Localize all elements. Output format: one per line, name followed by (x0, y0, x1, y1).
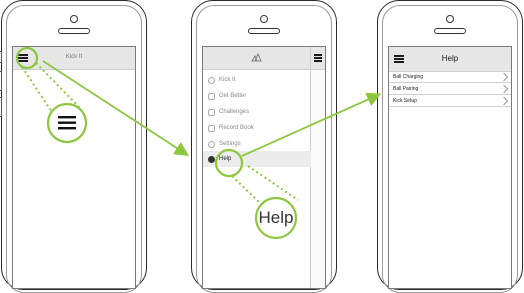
brand-logo-icon (251, 53, 262, 62)
chevron-right-icon (499, 96, 509, 106)
sidebar-item-settings[interactable]: Settings (208, 138, 241, 150)
camera-icon (70, 15, 78, 23)
phone-frame-1: Kick It (0, 0, 147, 293)
gear-icon (208, 140, 215, 148)
book-icon (208, 124, 215, 132)
list-item-kick-setup[interactable]: Kick Setup (389, 96, 511, 107)
speaker-icon (248, 28, 280, 34)
page-title: Help (441, 54, 459, 63)
screen-2: Kick It Get Better Challenges Record Boo… (202, 46, 326, 289)
sidebar-item-help[interactable]: Help (208, 153, 231, 165)
app-header: Kick It (13, 47, 135, 70)
sidebar-item-label: Get Better (219, 93, 247, 99)
sidebar-item-label: Record Book (219, 125, 254, 131)
header-title: Kick It (65, 54, 83, 60)
app-header: Help (389, 47, 511, 72)
chevron-right-icon (499, 72, 509, 82)
chart-icon (208, 92, 215, 100)
phone-frame-3: Help Ball Charging Ball Pairing Kick Set… (377, 0, 523, 293)
volume-button (0, 71, 2, 91)
volume-button (0, 97, 2, 117)
help-zoom-label: Help (258, 208, 294, 227)
main-panel-peek[interactable] (310, 47, 325, 288)
list-item-label: Ball Pairing (393, 86, 419, 92)
camera-icon (446, 15, 454, 23)
sidebar-item-label: Kick It (219, 77, 236, 83)
sidebar-item-get-better[interactable]: Get Better (208, 90, 246, 102)
list-item-label: Ball Charging (393, 74, 424, 80)
sidebar-item-label: Settings (219, 141, 241, 147)
speaker-icon (434, 28, 466, 34)
help-icon (208, 155, 215, 163)
camera-icon (260, 15, 268, 23)
screen-1: Kick It (12, 46, 136, 289)
sidebar-item-label: Challenges (219, 109, 250, 115)
sidebar-item-label: Help (219, 156, 232, 162)
phone-frame-2: Kick It Get Better Challenges Record Boo… (191, 0, 337, 293)
screen-3: Help Ball Charging Ball Pairing Kick Set… (388, 46, 512, 289)
kick-icon (208, 76, 215, 84)
volume-button (0, 51, 2, 63)
trophy-icon (208, 108, 215, 116)
app-header (203, 47, 311, 70)
menu-hamburger-icon[interactable] (314, 54, 322, 62)
chevron-right-icon (499, 84, 509, 94)
list-item-ball-pairing[interactable]: Ball Pairing (389, 84, 511, 95)
list-item-label: Kick Setup (393, 98, 417, 104)
sidebar-item-challenges[interactable]: Challenges (208, 106, 249, 118)
sidebar-item-record-book[interactable]: Record Book (208, 122, 254, 134)
sidebar-item-kick-it[interactable]: Kick It (208, 74, 235, 86)
speaker-icon (58, 28, 90, 34)
list-item-ball-charging[interactable]: Ball Charging (389, 72, 511, 83)
